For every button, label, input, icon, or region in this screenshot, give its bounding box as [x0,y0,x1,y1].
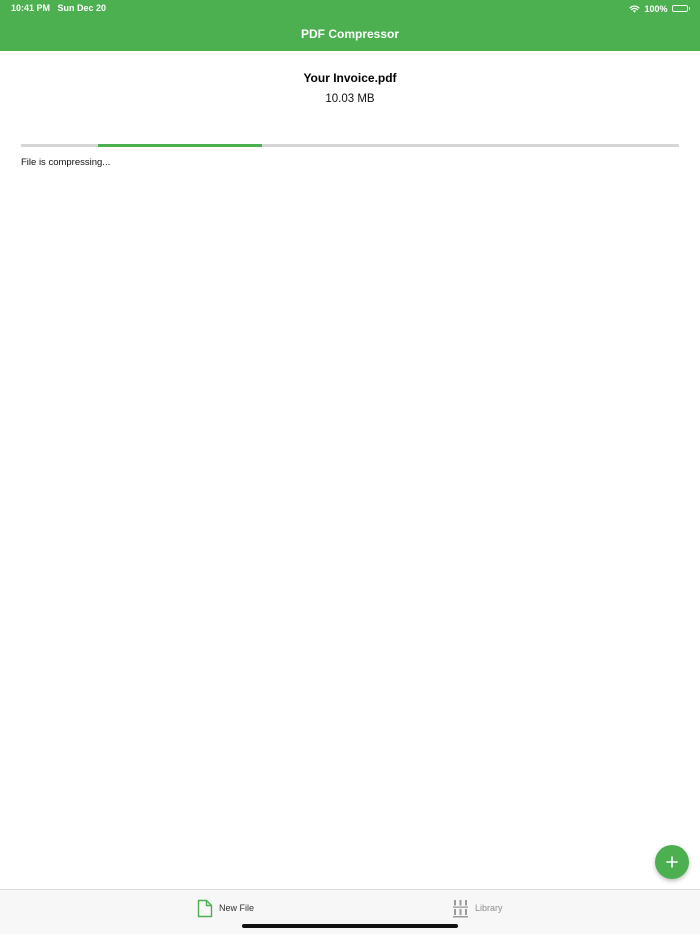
screen: 10:41 PM Sun Dec 20 100% PDF Compressor … [0,0,700,934]
compression-status-text: File is compressing... [21,157,111,168]
page-title: PDF Compressor [300,27,400,41]
document-icon [197,899,213,918]
tab-new-file[interactable]: New File [197,898,254,918]
progress-indicator [97,144,263,147]
status-time: 10:41 PM Sun Dec 20 [11,3,106,14]
status-date-text: Sun Dec 20 [57,3,107,13]
add-file-button[interactable] [655,845,689,879]
file-size: 10.03 MB [325,93,375,105]
file-name: Your Invoice.pdf [303,71,397,85]
status-indicators: 100% [629,3,690,14]
compression-progress-bar [21,144,679,147]
home-indicator [242,924,458,928]
tab-library[interactable]: Library [452,898,503,918]
status-time-text: 10:41 PM [11,3,51,13]
wifi-icon [629,5,641,13]
battery-icon [671,5,690,12]
tab-library-label: Library [475,902,503,913]
app-header: 10:41 PM Sun Dec 20 100% PDF Compressor [0,0,700,51]
battery-percent: 100% [644,3,668,14]
tab-new-file-label: New File [219,902,255,913]
plus-icon [666,856,678,868]
library-icon [452,899,469,918]
